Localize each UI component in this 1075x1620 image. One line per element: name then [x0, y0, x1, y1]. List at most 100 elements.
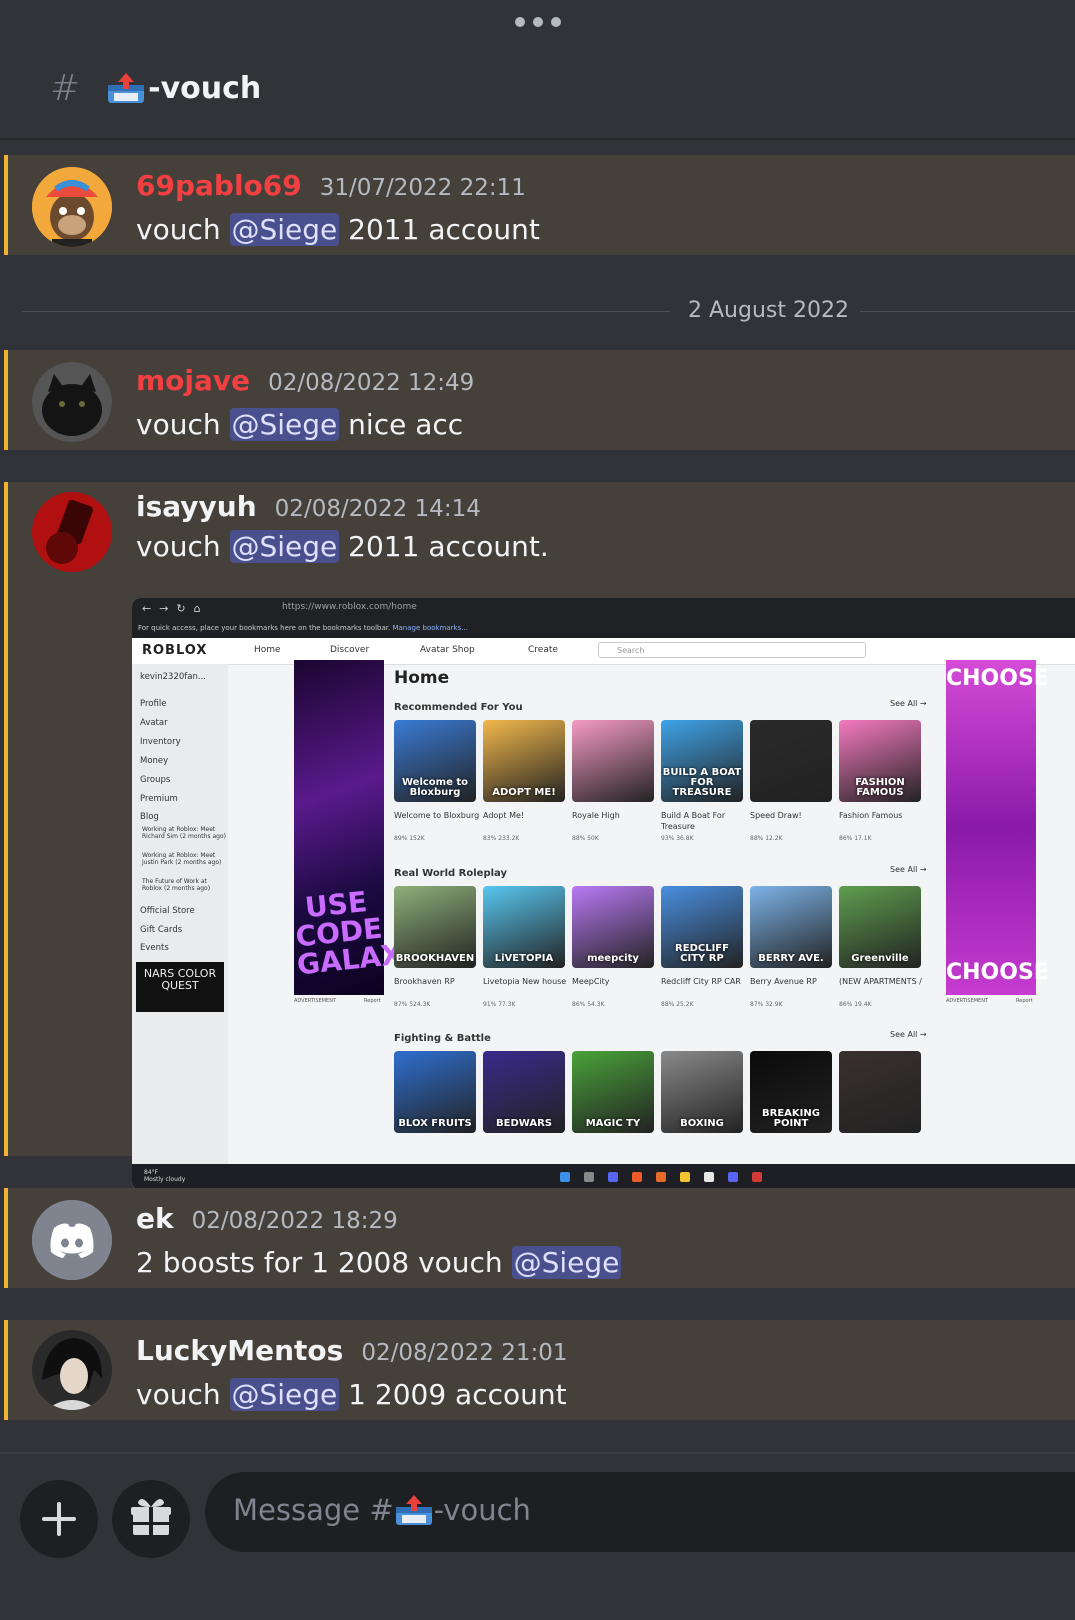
game-thumbnail: MAGIC TY	[572, 1051, 654, 1133]
username[interactable]: 69pablo69 31/07/2022 22:11	[136, 169, 526, 202]
weather-widget: 84°F Mostly cloudy	[144, 1169, 186, 1183]
game-thumbnail: Welcome to Bloxburg	[394, 720, 476, 802]
ad-text: USE CODE GALAXY	[294, 885, 425, 982]
gift-button[interactable]	[112, 1480, 190, 1558]
sidebar-item-official-store: Official Store	[140, 906, 195, 916]
message-text: vouch	[136, 530, 230, 563]
nars-ad: NARS COLOR QUEST	[136, 962, 224, 1012]
date-divider: 2 August 2022	[22, 298, 1075, 326]
game-title: (NEW APARTMENTS /	[839, 977, 922, 986]
message-text: 2011 account.	[339, 530, 549, 563]
message-text: nice acc	[339, 408, 464, 441]
game-thumbnail	[750, 720, 832, 802]
message-content: 2 boosts for 1 2008 vouch @Siege	[136, 1246, 622, 1279]
message-item[interactable]: LuckyMentos 02/08/2022 21:01 vouch @Siege…	[4, 1320, 1075, 1420]
windows-taskbar: 84°F Mostly cloudy	[132, 1164, 1075, 1190]
sidebar-item-premium: Premium	[140, 794, 178, 804]
hash-icon: #	[50, 67, 81, 109]
overflow-menu-icon[interactable]	[0, 12, 1075, 31]
gift-icon	[131, 1498, 171, 1535]
left-advertisement: USE CODE GALAXY	[294, 660, 424, 995]
nav-avatar-shop: Avatar Shop	[420, 645, 475, 655]
game-thumbnail	[839, 1051, 921, 1133]
avatar[interactable]	[32, 167, 112, 247]
folder-icon	[680, 1172, 690, 1182]
avatar[interactable]	[32, 362, 112, 442]
plus-icon	[42, 1502, 76, 1536]
timestamp: 02/08/2022 21:01	[361, 1340, 568, 1366]
avatar[interactable]	[32, 1200, 112, 1280]
username-text[interactable]: isayyuh	[136, 490, 257, 523]
sidebar-item-gift-cards: Gift Cards	[140, 925, 183, 935]
bored-ape-avatar-icon	[32, 167, 112, 247]
message-item[interactable]: 69pablo69 31/07/2022 22:11 vouch @Siege 2…	[4, 155, 1075, 255]
game-title: Redcliff City RP CAR	[661, 977, 741, 986]
ad-text: CHOOSE	[946, 666, 1049, 691]
game-thumbnail	[572, 720, 654, 802]
game-thumbnail: meepcity	[572, 886, 654, 968]
game-thumbnail: BLOX FRUITS	[394, 1051, 476, 1133]
roblox-logo: ROBLOX	[142, 643, 208, 658]
game-thumbnail-label: BREAKING POINT	[762, 1108, 820, 1129]
username[interactable]: ek 02/08/2022 18:29	[136, 1202, 398, 1235]
game-thumbnail-label: Welcome to Bloxburg	[401, 777, 468, 798]
date-divider-text: 2 August 2022	[688, 298, 849, 323]
game-thumbnail-label: BUILD A BOAT FOR TREASURE	[662, 767, 742, 798]
user-mention[interactable]: @Siege	[511, 1246, 622, 1279]
firefox-icon	[656, 1172, 666, 1182]
red-photo-avatar-icon	[32, 492, 112, 572]
avatar[interactable]	[32, 1330, 112, 1410]
game-title: MeepCity	[572, 977, 610, 986]
game-thumbnail: BERRY AVE.	[750, 886, 832, 968]
search-icon	[584, 1172, 594, 1182]
user-mention[interactable]: @Siege	[229, 1378, 340, 1411]
username[interactable]: isayyuh 02/08/2022 14:14	[136, 490, 481, 523]
message-text: vouch	[136, 1378, 230, 1411]
blog-post: The Future of Work at Roblox (2 months a…	[142, 878, 211, 892]
game-thumbnail: BOXING	[661, 1051, 743, 1133]
ad-text: CHOOSE	[946, 960, 1049, 985]
game-stats: 86% 17.1K	[839, 835, 872, 842]
game-thumbnail-label: BLOX FRUITS	[398, 1118, 472, 1129]
game-stats: 87% 32.9K	[750, 1001, 783, 1008]
username-text[interactable]: LuckyMentos	[136, 1334, 343, 1367]
user-mention[interactable]: @Siege	[229, 408, 340, 441]
sidebar-item-blog: Blog	[140, 812, 159, 822]
blog-post: Working at Roblox: Meet Justin Park (2 m…	[142, 852, 222, 866]
username-text[interactable]: mojave	[136, 364, 250, 397]
game-title: Build A Boat For Treasure	[661, 811, 726, 831]
see-all-link: See All →	[890, 1030, 927, 1039]
roblox-search: Search	[598, 642, 866, 658]
message-item[interactable]: ek 02/08/2022 18:29 2 boosts for 1 2008 v…	[4, 1188, 1075, 1288]
sidebar-item-money: Money	[140, 756, 169, 766]
username-text[interactable]: ek	[136, 1202, 174, 1235]
right-advertisement: CHOOSE CHOOSE	[946, 660, 1049, 995]
message-item[interactable]: mojave 02/08/2022 12:49 vouch @Siege nice…	[4, 350, 1075, 450]
user-mention[interactable]: @Siege	[229, 530, 340, 563]
image-attachment[interactable]: ←→↻⌂ https://www.roblox.com/home For qui…	[132, 598, 1075, 1190]
user-mention[interactable]: @Siege	[229, 213, 340, 246]
game-thumbnail-label: Greenville	[851, 953, 909, 964]
game-thumbnail-label: BROOKHAVEN	[395, 953, 475, 964]
roblox-sidebar: kevin2320fan... Profile Avatar Inventory…	[132, 664, 228, 1164]
add-attachment-button[interactable]	[20, 1480, 98, 1558]
username[interactable]: mojave 02/08/2022 12:49	[136, 364, 474, 397]
avatar[interactable]	[32, 492, 112, 572]
game-thumbnail: FASHION FAMOUS	[839, 720, 921, 802]
discord-logo-icon	[32, 1200, 112, 1280]
message-content: vouch @Siege 2011 account.	[136, 530, 549, 563]
header-divider	[0, 138, 1075, 140]
ad-report: Report	[1016, 998, 1033, 1004]
game-title: Speed Draw!	[750, 811, 802, 820]
timestamp: 31/07/2022 22:11	[319, 175, 526, 201]
game-stats: 89% 152K	[394, 835, 425, 842]
game-thumbnail-label: ADOPT ME!	[492, 787, 556, 798]
game-thumbnail: REDCLIFF CITY RP	[661, 886, 743, 968]
game-thumbnail-label: BOXING	[680, 1118, 724, 1129]
username[interactable]: LuckyMentos 02/08/2022 21:01	[136, 1334, 568, 1367]
see-all-link: See All →	[890, 865, 927, 874]
cat-photo-avatar-icon	[32, 362, 112, 442]
inbox-tray-icon	[395, 1495, 432, 1525]
game-title: Welcome to Bloxburg	[394, 811, 480, 820]
username-text[interactable]: 69pablo69	[136, 169, 302, 202]
